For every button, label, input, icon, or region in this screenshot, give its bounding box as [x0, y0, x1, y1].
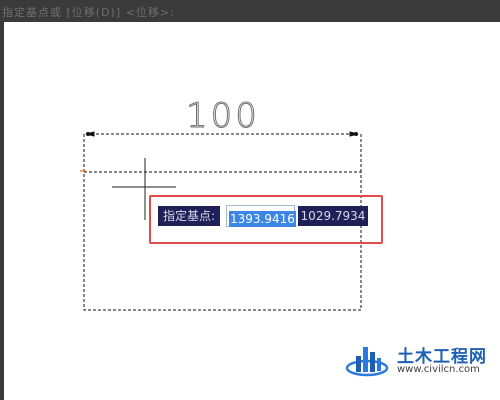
x-coordinate-input[interactable]: 1393.9416	[226, 205, 296, 227]
prompt-label: 指定基点:	[158, 206, 221, 226]
dimension-text: 100	[186, 96, 260, 137]
watermark-url: www.civilcn.com	[397, 364, 480, 375]
watermark: 土木工程网 www.civilcn.com	[345, 338, 495, 382]
y-coordinate-input[interactable]: 1029.7934	[298, 206, 368, 226]
watermark-logo-icon	[345, 347, 389, 377]
extension-lines	[83, 134, 362, 172]
x-coordinate-value: 1393.9416	[229, 211, 296, 227]
